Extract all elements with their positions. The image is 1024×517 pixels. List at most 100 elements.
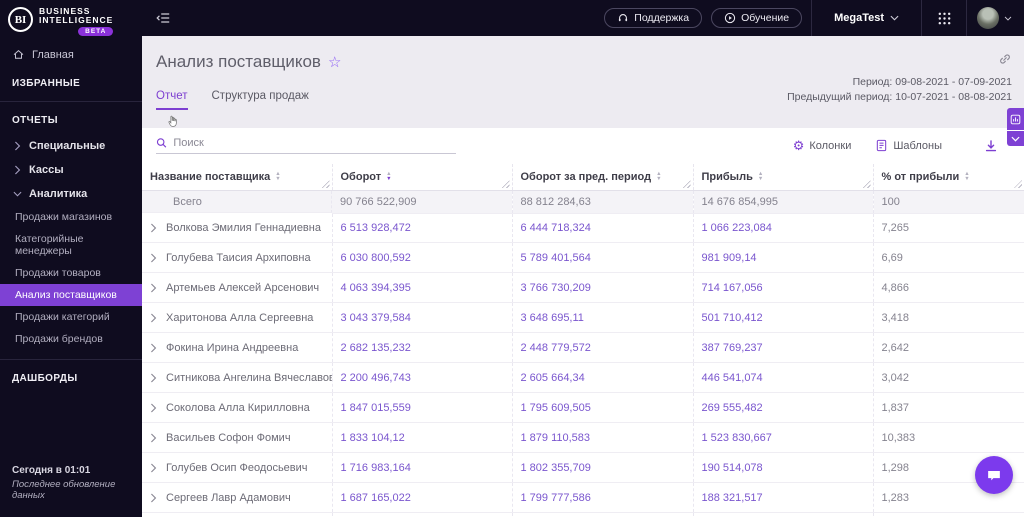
profit-value[interactable]: 981 909,14 (702, 252, 757, 264)
table-row: Голубев Осип Феодосьевич 1 716 983,164 1 8… (142, 452, 1024, 483)
prev-turnover-value[interactable]: 1 795 609,505 (521, 402, 591, 414)
expand-row-icon[interactable] (150, 313, 157, 323)
prev-turnover-value[interactable]: 3 766 730,209 (521, 282, 591, 294)
chevron-down-icon (1004, 16, 1012, 21)
prev-turnover-value[interactable]: 5 789 401,564 (521, 252, 591, 264)
user-menu[interactable] (967, 0, 1024, 36)
expand-row-icon[interactable] (150, 403, 157, 413)
prev-turnover-value[interactable]: 2 605 664,34 (521, 372, 585, 384)
supplier-name: Харитонова Алла Сергеевна (166, 311, 314, 324)
supplier-name: Васильев Софон Фомич (166, 431, 291, 444)
profit-value[interactable]: 190 514,078 (702, 462, 763, 474)
workspace-switcher[interactable]: MegaTest (812, 0, 921, 36)
training-button[interactable]: Обучение (711, 8, 803, 28)
total-row: Всего 90 766 522,909 88 812 284,63 14 676 8… (142, 190, 1024, 214)
profit-value[interactable]: 446 541,074 (702, 372, 763, 384)
prev-turnover-value[interactable]: 1 799 777,586 (521, 492, 591, 504)
profit-value[interactable]: 714 167,056 (702, 282, 763, 294)
sidebar-item-home[interactable]: Главная (0, 40, 142, 69)
prev-turnover-value[interactable]: 6 444 718,324 (521, 222, 591, 234)
sidebar-item-report[interactable]: Продажи брендов (0, 328, 142, 350)
expand-row-icon[interactable] (150, 493, 157, 503)
template-icon (877, 139, 887, 152)
turnover-value[interactable]: 1 687 165,022 (341, 492, 411, 504)
templates-button[interactable]: Шаблоны (875, 139, 942, 152)
sidebar-section-reports[interactable]: ОТЧЕТЫ (0, 106, 142, 134)
sidebar-item-report[interactable]: Продажи категорий (0, 306, 142, 328)
sidebar-item-report[interactable]: Анализ поставщиков (0, 284, 142, 306)
sort-icon: ▲ ▼ (656, 171, 662, 182)
chat-button[interactable] (975, 456, 1013, 494)
profit-value[interactable]: 188 321,517 (702, 492, 763, 504)
tab-sales-structure[interactable]: Структура продаж (212, 90, 309, 110)
profit-pct-value: 100 (881, 195, 900, 208)
column-header[interactable]: Оборот ▲ ▼ (332, 164, 513, 191)
profit-value[interactable]: 387 769,237 (702, 342, 763, 354)
prev-turnover-value[interactable]: 2 448 779,572 (521, 342, 591, 354)
brand-logo[interactable]: BI BUSINESS INTELLIGENCE BETA (0, 0, 142, 40)
turnover-value[interactable]: 6 030 800,592 (341, 252, 411, 264)
sidebar-section-favorites[interactable]: ИЗБРАННЫЕ (0, 69, 142, 97)
search-field[interactable] (156, 137, 456, 154)
profit-value[interactable]: 501 710,412 (702, 312, 763, 324)
column-label: Прибыль (701, 171, 753, 183)
expand-row-icon[interactable] (150, 343, 157, 353)
sidebar-group[interactable]: Аналитика (0, 182, 142, 206)
turnover-value[interactable]: 1 847 015,559 (341, 402, 411, 414)
profit-value[interactable]: 269 555,482 (702, 402, 763, 414)
expand-row-icon[interactable] (150, 373, 157, 383)
content-area: Анализ поставщиков ☆ Период: 09-08-2021 … (142, 36, 1024, 517)
profit-pct-value: 1,283 (881, 491, 910, 504)
column-header[interactable]: Название поставщика ▲ ▼ (142, 164, 333, 191)
collapse-sidebar-button[interactable] (155, 11, 171, 25)
sidebar-group[interactable]: Специальные (0, 134, 142, 158)
expand-row-icon[interactable] (150, 223, 157, 233)
turnover-value[interactable]: 1 716 983,164 (341, 462, 411, 474)
turnover-value[interactable]: 2 682 135,232 (341, 342, 411, 354)
profit-pct-value: 2,642 (881, 341, 910, 354)
expand-row-icon[interactable] (150, 433, 157, 443)
turnover-value[interactable]: 1 833 104,12 (341, 432, 405, 444)
apps-grid-button[interactable] (922, 0, 966, 36)
profit-pct-value: 4,866 (881, 281, 910, 294)
column-header[interactable]: Прибыль ▲ ▼ (693, 164, 874, 191)
column-header[interactable]: % от прибыли ▲ ▼ (873, 164, 1024, 191)
sidebar-item-report[interactable]: Продажи товаров (0, 262, 142, 284)
page-title: Анализ поставщиков (156, 52, 321, 71)
suppliers-table: Название поставщика ▲ ▼ Оборот ▲ ▼ Оборот за п… (142, 164, 1024, 517)
column-header[interactable]: Оборот за пред. период ▲ ▼ (512, 164, 694, 191)
support-button[interactable]: Поддержка (604, 8, 703, 28)
turnover-value[interactable]: 2 200 496,743 (341, 372, 411, 384)
download-button[interactable] (984, 139, 998, 153)
supplier-name: Волкова Эмилия Геннадиевна (166, 221, 321, 234)
expand-row-icon[interactable] (150, 463, 157, 473)
expand-row-icon[interactable] (150, 253, 157, 263)
sidebar-item-report[interactable]: Категорийные менеджеры (0, 228, 142, 262)
collapse-sidebar-icon (156, 13, 170, 23)
apps-grid-icon (938, 12, 950, 24)
copy-link-button[interactable] (998, 52, 1012, 71)
expand-row-icon[interactable] (150, 283, 157, 293)
mouse-cursor (166, 114, 179, 134)
sidebar-item-report[interactable]: Продажи магазинов (0, 206, 142, 228)
sidebar-section-dashboards[interactable]: ДАШБОРДЫ (0, 364, 142, 392)
chevron-down-icon (890, 15, 899, 21)
columns-button[interactable]: ⚙ Колонки (793, 139, 852, 152)
prev-turnover-value[interactable]: 1 802 355,709 (521, 462, 591, 474)
prev-turnover-value[interactable]: 1 879 110,583 (521, 432, 591, 444)
favorite-star-icon[interactable]: ☆ (328, 55, 341, 70)
turnover-value[interactable]: 3 043 379,584 (341, 312, 411, 324)
turnover-value[interactable]: 6 513 928,472 (341, 222, 411, 234)
expand-panel-button[interactable] (1007, 131, 1024, 146)
tab-report[interactable]: Отчет (156, 90, 188, 110)
search-input[interactable] (173, 137, 456, 149)
prev-turnover-value[interactable]: 3 648 695,11 (521, 312, 584, 324)
column-label: % от прибыли (881, 171, 960, 183)
profit-pct-value: 1,298 (881, 461, 910, 474)
profit-value[interactable]: 1 523 830,667 (702, 432, 772, 444)
turnover-value[interactable]: 4 063 394,395 (341, 282, 411, 294)
sidebar-group[interactable]: Кассы (0, 158, 142, 182)
chart-panel-button[interactable] (1007, 108, 1024, 130)
profit-value[interactable]: 1 066 223,084 (702, 222, 772, 234)
table-row: Артемьев Алексей Арсенович 4 063 394,395 3… (142, 272, 1024, 303)
